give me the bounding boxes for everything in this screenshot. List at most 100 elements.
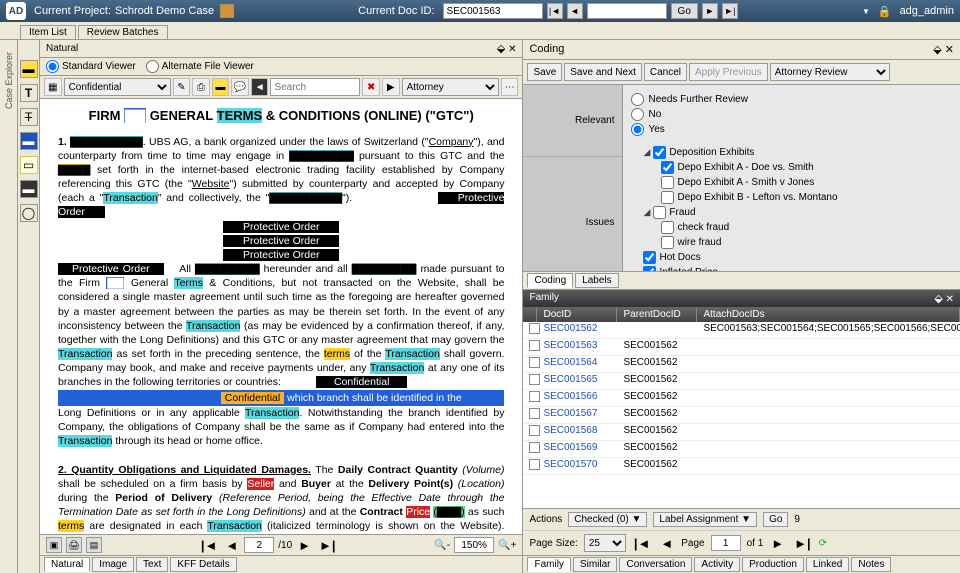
table-row[interactable]: SEC001569SEC001562: [523, 441, 960, 458]
apply-previous-button[interactable]: Apply Previous: [689, 63, 768, 81]
tab-kff[interactable]: KFF Details: [170, 557, 236, 572]
search-input[interactable]: [270, 78, 360, 96]
tb-doc-icon[interactable]: ▦: [44, 78, 62, 96]
save-button[interactable]: Save: [527, 63, 562, 81]
page-first-button[interactable]: |◄: [199, 538, 220, 553]
tb-highlight-icon[interactable]: ▬: [212, 78, 230, 96]
search-clear-icon[interactable]: ✖: [362, 78, 380, 96]
chk-fraud[interactable]: [653, 206, 666, 219]
chk-check-fraud[interactable]: [661, 221, 674, 234]
chk-wire-fraud[interactable]: [661, 236, 674, 249]
doc-id-input[interactable]: [443, 3, 543, 19]
go-button[interactable]: Go: [671, 3, 698, 19]
label-assignment-button[interactable]: Label Assignment ▼: [653, 512, 757, 527]
tb-comment-icon[interactable]: 💬: [231, 78, 249, 96]
text-tool-icon[interactable]: T: [20, 84, 38, 102]
row-docid[interactable]: SEC001563: [537, 339, 617, 355]
table-row[interactable]: SEC001570SEC001562: [523, 458, 960, 475]
family-prev-icon[interactable]: ◄: [658, 536, 675, 551]
table-row[interactable]: SEC001567SEC001562: [523, 407, 960, 424]
family-last-icon[interactable]: ►|: [792, 536, 813, 551]
row-docid[interactable]: SEC001570: [537, 458, 617, 474]
table-row[interactable]: SEC001565SEC001562: [523, 373, 960, 390]
family-rows[interactable]: SEC001562SEC001563;SEC001564;SEC001565;S…: [523, 322, 960, 508]
subject-select[interactable]: Confidential: [64, 78, 171, 96]
relevant-yes[interactable]: Yes: [631, 123, 952, 136]
panel-pin-icon[interactable]: ⬙: [497, 43, 505, 55]
table-row[interactable]: SEC001562SEC001563;SEC001564;SEC001565;S…: [523, 322, 960, 339]
chk-depo-a-doe[interactable]: [661, 161, 674, 174]
page-size-select[interactable]: 25: [584, 534, 626, 552]
table-row[interactable]: SEC001568SEC001562: [523, 424, 960, 441]
family-go-button[interactable]: Go: [763, 512, 788, 527]
tab-image[interactable]: Image: [92, 557, 134, 572]
prev-doc-button[interactable]: ◄: [567, 3, 583, 19]
document-content[interactable]: FIRM ▇▇ GENERAL TERMS & CONDITIONS (ONLI…: [40, 99, 522, 534]
row-docid[interactable]: SEC001567: [537, 407, 617, 423]
case-explorer-label[interactable]: Case Explorer: [4, 52, 14, 109]
tab-conversation[interactable]: Conversation: [619, 557, 692, 572]
chk-depo-b[interactable]: [661, 191, 674, 204]
note-tool-icon[interactable]: ▬: [20, 180, 38, 198]
row-docid[interactable]: SEC001562: [537, 322, 617, 338]
relevant-needs-review[interactable]: Needs Further Review: [631, 93, 952, 106]
tab-text[interactable]: Text: [136, 557, 168, 572]
zoom-input[interactable]: [454, 537, 494, 553]
pager-tool3-icon[interactable]: ▤: [86, 537, 102, 553]
family-pin-icon[interactable]: ⬙: [934, 293, 942, 305]
family-close-icon[interactable]: ✕: [946, 294, 954, 305]
shape-tool-icon[interactable]: ◯: [20, 204, 38, 222]
chk-depo-a-smith[interactable]: [661, 176, 674, 189]
attorney-select[interactable]: Attorney: [402, 78, 499, 96]
page-input[interactable]: [244, 537, 274, 553]
tb-more-icon[interactable]: ⋯: [501, 78, 519, 96]
expand-fraud-icon[interactable]: ◢: [643, 207, 650, 218]
zoom-out-icon[interactable]: 🔍-: [434, 540, 450, 551]
tab-notes[interactable]: Notes: [851, 557, 891, 572]
tb-print-icon[interactable]: ⎙: [192, 78, 210, 96]
page-last-button[interactable]: ►|: [317, 538, 338, 553]
tab-natural[interactable]: Natural: [44, 557, 90, 572]
pager-tool1-icon[interactable]: ▣: [46, 537, 62, 553]
coding-pin-icon[interactable]: ⬙: [933, 44, 941, 56]
page-next-button[interactable]: ►: [296, 538, 313, 553]
chk-hot-docs[interactable]: [643, 251, 656, 264]
panel-close-icon[interactable]: ✕: [508, 44, 516, 55]
table-row[interactable]: SEC001564SEC001562: [523, 356, 960, 373]
tab-activity[interactable]: Activity: [694, 557, 740, 572]
tab-labels[interactable]: Labels: [575, 273, 618, 288]
row-docid[interactable]: SEC001566: [537, 390, 617, 406]
expand-depo-icon[interactable]: ◢: [643, 147, 650, 158]
family-first-icon[interactable]: |◄: [632, 536, 653, 551]
tb-edit-icon[interactable]: ✎: [173, 78, 191, 96]
first-doc-button[interactable]: |◄: [547, 3, 563, 19]
table-row[interactable]: SEC001566SEC001562: [523, 390, 960, 407]
redact-tool-icon[interactable]: ▬: [20, 132, 38, 150]
cancel-button[interactable]: Cancel: [644, 63, 687, 81]
tab-coding[interactable]: Coding: [527, 273, 573, 288]
relevant-no[interactable]: No: [631, 108, 952, 121]
tab-similar[interactable]: Similar: [573, 557, 618, 572]
family-next-icon[interactable]: ►: [769, 536, 786, 551]
lock-icon[interactable]: 🔒: [878, 5, 892, 18]
tab-item-list[interactable]: Item List: [20, 25, 76, 39]
coding-close-icon[interactable]: ✕: [945, 44, 954, 56]
tab-family[interactable]: Family: [527, 557, 570, 572]
next-doc-button[interactable]: ►: [702, 3, 718, 19]
save-next-button[interactable]: Save and Next: [564, 63, 642, 81]
family-checked-button[interactable]: Checked (0) ▼: [568, 512, 647, 527]
chk-depo[interactable]: [653, 146, 666, 159]
strike-tool-icon[interactable]: T: [20, 108, 38, 126]
row-docid[interactable]: SEC001564: [537, 356, 617, 372]
tab-production[interactable]: Production: [742, 557, 804, 572]
row-docid[interactable]: SEC001568: [537, 424, 617, 440]
last-doc-button[interactable]: ►|: [722, 3, 738, 19]
review-select[interactable]: Attorney Review: [770, 63, 890, 81]
table-row[interactable]: SEC001563SEC001562: [523, 339, 960, 356]
menu-dropdown-icon[interactable]: [862, 5, 870, 17]
doc-jump-input[interactable]: [587, 3, 667, 19]
alternate-viewer-radio[interactable]: Alternate File Viewer: [146, 60, 254, 73]
pager-tool2-icon[interactable]: 🖨: [66, 537, 82, 553]
tb-back-icon[interactable]: ◄: [251, 78, 269, 96]
row-docid[interactable]: SEC001569: [537, 441, 617, 457]
